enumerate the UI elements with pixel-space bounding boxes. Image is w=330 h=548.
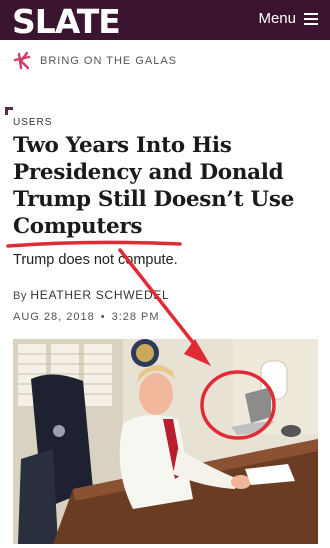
slate-logo[interactable]: SLATE (12, 4, 121, 40)
article-dek: Trump does not compute. (13, 252, 178, 268)
section-corner-mark (5, 107, 13, 115)
site-header: SLATE Menu (0, 0, 330, 40)
byline-prefix: By (13, 290, 27, 302)
menu-label: Menu (258, 10, 296, 27)
promo-label: BRING ON THE GALAS (40, 55, 177, 67)
article-photo (13, 339, 318, 544)
byline: By HEATHER SCHWEDEL (13, 288, 169, 302)
author-link[interactable]: HEATHER SCHWEDEL (30, 288, 169, 302)
article-kicker[interactable]: USERS (13, 117, 52, 128)
hamburger-icon (304, 13, 318, 25)
man-head (139, 373, 173, 415)
article-headline: Two Years Into His Presidency and Donald… (13, 133, 295, 239)
publish-date: AUG 28, 2018 (13, 311, 95, 323)
slate-star-icon (13, 51, 31, 70)
publish-time: 3:28 PM (111, 311, 160, 323)
menu-button[interactable]: Menu (258, 9, 318, 29)
annotation-underline (6, 240, 182, 248)
promo-link[interactable]: BRING ON THE GALAS (12, 50, 177, 72)
dateline: AUG 28, 2018 • 3:28 PM (13, 311, 160, 323)
date-separator: • (100, 311, 106, 323)
